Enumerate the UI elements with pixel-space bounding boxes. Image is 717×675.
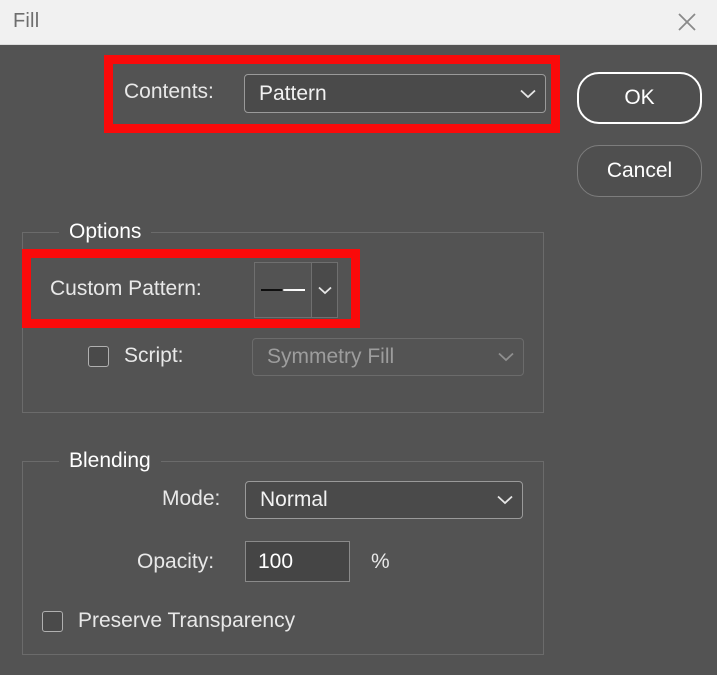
preserve-transparency-label: Preserve Transparency bbox=[78, 609, 296, 632]
chevron-down-icon bbox=[488, 495, 522, 505]
blending-group-title: Blending bbox=[59, 449, 161, 473]
preserve-transparency-checkbox[interactable] bbox=[42, 611, 63, 632]
chevron-down-icon bbox=[511, 89, 545, 99]
options-group-title: Options bbox=[59, 220, 152, 244]
fill-dialog: Fill Contents: Pattern OK Cancel Options… bbox=[0, 0, 717, 675]
cancel-button-label: Cancel bbox=[606, 159, 673, 182]
script-label: Script: bbox=[124, 344, 184, 367]
custom-pattern-label: Custom Pattern: bbox=[50, 277, 202, 300]
dialog-title: Fill bbox=[13, 10, 40, 32]
chevron-down-icon bbox=[489, 352, 523, 362]
close-icon[interactable] bbox=[665, 4, 709, 40]
script-dropdown[interactable]: Symmetry Fill bbox=[252, 338, 524, 376]
opacity-unit-label: % bbox=[371, 550, 390, 573]
opacity-label: Opacity: bbox=[137, 550, 215, 573]
ok-button[interactable]: OK bbox=[577, 72, 702, 124]
mode-dropdown[interactable]: Normal bbox=[245, 481, 523, 519]
mode-label: Mode: bbox=[162, 487, 221, 510]
contents-dropdown[interactable]: Pattern bbox=[244, 74, 546, 113]
ok-button-label: OK bbox=[624, 86, 655, 109]
opacity-input[interactable]: 100 bbox=[245, 541, 350, 582]
script-dropdown-value: Symmetry Fill bbox=[267, 345, 395, 368]
options-group: Options bbox=[22, 220, 544, 413]
chevron-down-icon[interactable] bbox=[312, 262, 338, 318]
gradient-line-swatch[interactable] bbox=[254, 262, 312, 318]
mode-dropdown-value: Normal bbox=[260, 488, 328, 511]
title-bar: Fill bbox=[0, 0, 717, 45]
cancel-button[interactable]: Cancel bbox=[577, 145, 702, 197]
contents-dropdown-value: Pattern bbox=[259, 81, 327, 105]
pattern-preview-line bbox=[261, 289, 305, 291]
opacity-input-value: 100 bbox=[258, 549, 294, 573]
contents-label: Contents: bbox=[124, 80, 214, 103]
custom-pattern-picker[interactable] bbox=[254, 262, 338, 318]
script-checkbox[interactable] bbox=[88, 346, 109, 367]
